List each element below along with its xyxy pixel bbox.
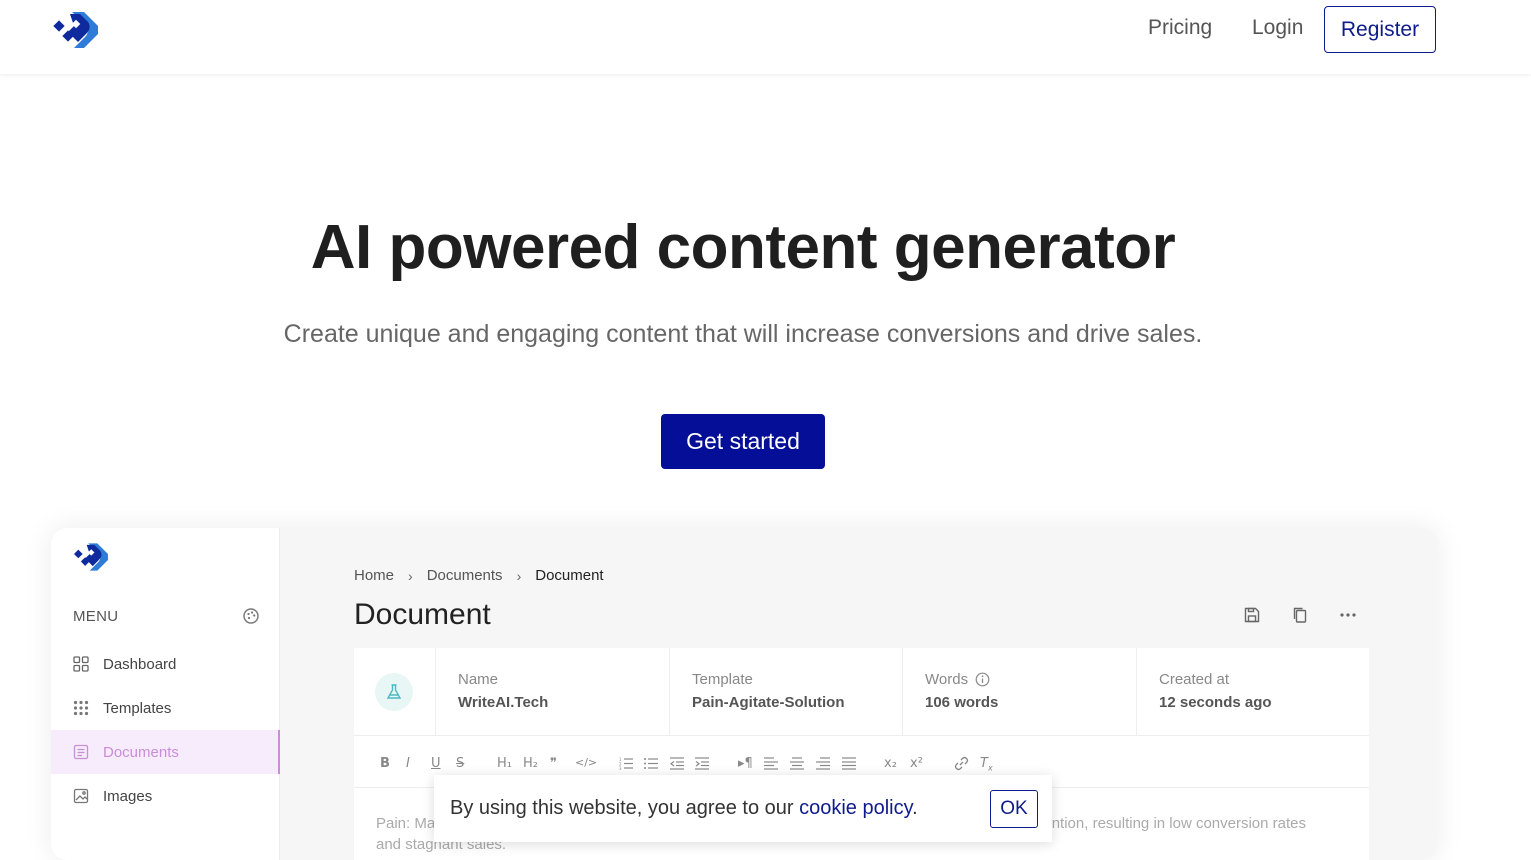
cookie-policy-link[interactable]: cookie policy (799, 797, 912, 819)
preview-sidebar: MENU Dashboard Templates Documents Image… (51, 528, 280, 860)
align-left-icon[interactable] (764, 757, 778, 770)
chevron-right-icon: › (516, 567, 522, 584)
breadcrumb: Home › Documents › Document (354, 567, 604, 584)
info-created: Created at 12 seconds ago (1136, 648, 1369, 736)
name-label: Name (458, 671, 499, 688)
image-icon (73, 788, 89, 804)
flask-icon (375, 673, 413, 711)
sidebar-item-label: Dashboard (103, 655, 177, 673)
grid-icon (73, 656, 89, 672)
document-icon (73, 744, 89, 760)
cookie-message: By using this website, you agree to our (450, 797, 800, 819)
outdent-icon[interactable] (670, 757, 684, 770)
words-value: 106 words (925, 694, 999, 711)
bold-button[interactable]: B (380, 756, 390, 771)
register-button[interactable]: Register (1324, 6, 1436, 53)
created-label: Created at (1159, 671, 1230, 688)
palette-icon[interactable] (242, 607, 260, 625)
more-icon[interactable] (1339, 606, 1357, 624)
document-info: Name WriteAI.Tech Template Pain-Agitate-… (354, 648, 1369, 736)
align-right-icon[interactable] (816, 757, 830, 770)
info-words: Words 106 words (902, 648, 1136, 736)
editor-line1-start: Pain: Ma (376, 815, 436, 832)
cookie-ok-button[interactable]: OK (990, 790, 1038, 828)
heading2-button[interactable]: H₂ (523, 756, 538, 771)
logo-icon (74, 543, 108, 571)
cookie-text: By using this website, you agree to our … (450, 797, 918, 820)
sidebar-item-templates[interactable]: Templates (51, 686, 280, 730)
info-name: Name WriteAI.Tech (435, 648, 669, 736)
svg-text:3: 3 (619, 766, 622, 770)
breadcrumb-documents[interactable]: Documents (427, 567, 503, 584)
align-center-icon[interactable] (790, 757, 804, 770)
top-nav: Pricing Login Register (0, 0, 1531, 74)
dots-grid-icon (73, 700, 89, 716)
name-value: WriteAI.Tech (458, 694, 549, 711)
ordered-list-icon[interactable]: 123 (619, 757, 633, 770)
menu-label: MENU (73, 608, 119, 625)
italic-button[interactable]: I (406, 756, 410, 771)
words-label: Words (925, 671, 969, 688)
chevron-right-icon: › (408, 567, 413, 584)
breadcrumb-current: Document (535, 567, 604, 584)
paragraph-icon[interactable]: ▸¶ (738, 756, 753, 771)
copy-icon[interactable] (1291, 606, 1309, 624)
template-label: Template (692, 671, 753, 688)
info-template: Template Pain-Agitate-Solution (669, 648, 902, 736)
sidebar-item-images[interactable]: Images (51, 774, 280, 818)
nav-login-link[interactable]: Login (1252, 16, 1303, 40)
hero-subtitle: Create unique and engaging content that … (283, 320, 1203, 348)
words-label-row: Words (925, 671, 1136, 688)
created-value: 12 seconds ago (1159, 694, 1272, 711)
align-justify-icon[interactable] (842, 757, 856, 770)
strike-button[interactable]: S (456, 756, 464, 771)
get-started-button[interactable]: Get started (661, 414, 825, 469)
superscript-button[interactable]: x² (910, 756, 923, 771)
page-title: Document (354, 598, 491, 631)
nav-pricing-link[interactable]: Pricing (1148, 16, 1212, 40)
cookie-period: . (912, 797, 918, 819)
code-button[interactable]: </> (575, 756, 597, 769)
quote-icon[interactable]: ❞ (550, 756, 557, 771)
underline-button[interactable]: U (431, 756, 441, 771)
link-icon[interactable] (954, 756, 969, 771)
document-actions (1243, 606, 1357, 624)
clear-format-icon[interactable]: Tx (980, 756, 993, 773)
logo-icon[interactable] (52, 8, 102, 52)
sidebar-item-label: Images (103, 787, 153, 805)
heading1-button[interactable]: H₁ (497, 756, 512, 771)
sidebar-item-dashboard[interactable]: Dashboard (51, 642, 280, 686)
indent-icon[interactable] (695, 757, 709, 770)
editor-line1-end: tention, resulting in low conversion rat… (1039, 815, 1307, 832)
subscript-button[interactable]: x₂ (884, 756, 897, 771)
info-icon[interactable] (975, 672, 990, 687)
sidebar-item-label: Documents (103, 743, 179, 761)
bullet-list-icon[interactable] (644, 757, 658, 770)
sidebar-item-documents[interactable]: Documents (51, 730, 280, 774)
template-value: Pain-Agitate-Solution (692, 694, 845, 711)
cookie-banner: By using this website, you agree to our … (434, 775, 1052, 842)
sidebar-item-label: Templates (103, 699, 172, 717)
breadcrumb-home[interactable]: Home (354, 567, 394, 584)
save-icon[interactable] (1243, 606, 1261, 624)
hero-title: AI powered content generator (310, 213, 1176, 282)
